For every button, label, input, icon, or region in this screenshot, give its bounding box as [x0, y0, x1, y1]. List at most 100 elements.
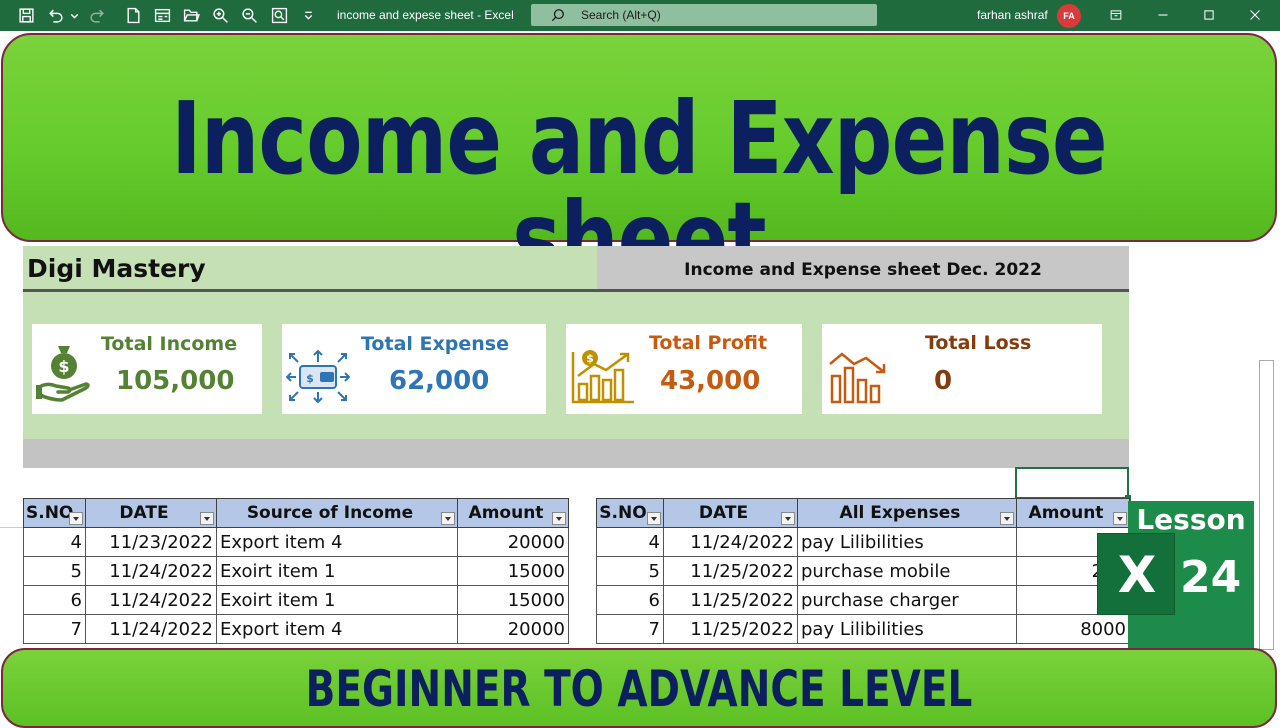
cell[interactable]: 20000: [457, 527, 569, 557]
cell[interactable]: 8000: [1016, 614, 1130, 644]
svg-text:$: $: [58, 357, 69, 376]
header-label: DATE: [698, 503, 749, 523]
table-row: 7 11/25/2022 pay Lilibilities 8000: [596, 614, 1130, 644]
sheet-title: Income and Expense sheet Dec. 2022: [684, 260, 1042, 280]
card-label: Total Loss: [925, 332, 1032, 354]
cell[interactable]: 4: [23, 527, 86, 557]
filter-dropdown-icon[interactable]: [69, 512, 83, 525]
dashboard-panel: Digi Mastery Income and Expense sheet De…: [23, 246, 1129, 468]
wallet-arrows-icon: $: [286, 349, 350, 404]
card-label: Total Income: [101, 333, 238, 355]
money-bag-hand-icon: $: [36, 346, 90, 402]
sheet-title-cell: Income and Expense sheet Dec. 2022: [597, 246, 1129, 289]
selected-cell[interactable]: [1015, 467, 1129, 499]
table-header-row: S.NO DATE Source of Income Amount: [23, 498, 569, 528]
table-row: 5 11/24/2022 Exoirt item 1 15000: [23, 556, 569, 586]
excel-logo-icon: X: [1097, 533, 1175, 615]
header-sno[interactable]: S.NO: [596, 498, 664, 528]
card-label: Total Profit: [649, 332, 768, 354]
cell[interactable]: purchase mobile: [797, 556, 1017, 586]
save-icon[interactable]: [15, 4, 37, 26]
cell[interactable]: pay Lilibilities: [797, 527, 1017, 557]
table-row: 6 11/24/2022 Exoirt item 1 15000: [23, 585, 569, 615]
header-source[interactable]: Source of Income: [216, 498, 458, 528]
cell[interactable]: pay Lilibilities: [797, 614, 1017, 644]
table-row: 5 11/25/2022 purchase mobile 250: [596, 556, 1130, 586]
table-row: 6 11/25/2022 purchase charger 20: [596, 585, 1130, 615]
document-title: income and expese sheet - Excel: [337, 8, 514, 22]
new-file-icon[interactable]: [122, 4, 144, 26]
filter-dropdown-icon[interactable]: [647, 512, 661, 525]
table-row: 4 11/24/2022 pay Lilibilities 50: [596, 527, 1130, 557]
header-amount[interactable]: Amount: [457, 498, 569, 528]
cell[interactable]: purchase charger: [797, 585, 1017, 615]
filter-dropdown-icon[interactable]: [1113, 512, 1127, 525]
lesson-label: Lesson: [1136, 503, 1246, 536]
header-date[interactable]: DATE: [663, 498, 798, 528]
undo-dropdown-icon[interactable]: [63, 4, 85, 26]
header-expenses[interactable]: All Expenses: [797, 498, 1017, 528]
zoom-selection-icon[interactable]: [268, 4, 290, 26]
vertical-scrollbar[interactable]: [1259, 360, 1274, 650]
bottom-banner: BEGINNER TO ADVANCE LEVEL: [1, 648, 1277, 728]
cell[interactable]: 7: [596, 614, 664, 644]
cell[interactable]: 11/24/2022: [85, 614, 217, 644]
cell[interactable]: Export item 4: [216, 614, 458, 644]
card-value: 62,000: [389, 366, 490, 396]
cell[interactable]: 15000: [457, 585, 569, 615]
cell[interactable]: 4: [596, 527, 664, 557]
ribbon-display-icon[interactable]: [1103, 4, 1129, 26]
table-header-row: S.NO DATE All Expenses Amount: [596, 498, 1130, 528]
close-icon[interactable]: [1242, 4, 1268, 26]
header-label: Amount: [468, 503, 544, 523]
redo-icon[interactable]: [86, 4, 108, 26]
cell[interactable]: Export item 4: [216, 527, 458, 557]
cell[interactable]: 11/25/2022: [663, 556, 798, 586]
cell[interactable]: 20000: [457, 614, 569, 644]
total-profit-card: $ Total Profit 43,000: [566, 324, 802, 414]
header-label: DATE: [119, 503, 169, 523]
cell[interactable]: 7: [23, 614, 86, 644]
header-date[interactable]: DATE: [85, 498, 217, 528]
filter-dropdown-icon[interactable]: [552, 512, 566, 525]
total-income-card: $ Total Income 105,000: [32, 324, 262, 414]
cell[interactable]: Exoirt item 1: [216, 585, 458, 615]
zoom-in-icon[interactable]: [209, 4, 231, 26]
cell[interactable]: Exoirt item 1: [216, 556, 458, 586]
search-placeholder: Search (Alt+Q): [581, 8, 661, 22]
user-name[interactable]: farhan ashraf: [977, 8, 1048, 22]
filter-dropdown-icon[interactable]: [441, 512, 455, 525]
header-amount[interactable]: Amount: [1016, 498, 1130, 528]
search-box[interactable]: Search (Alt+Q): [531, 4, 877, 26]
zoom-out-icon[interactable]: [238, 4, 260, 26]
card-label: Total Expense: [361, 333, 509, 355]
cell[interactable]: 5: [23, 556, 86, 586]
total-loss-card: Total Loss 0: [822, 324, 1102, 414]
cell[interactable]: 6: [596, 585, 664, 615]
total-expense-card: $ Total Expense 62,000: [282, 324, 546, 414]
income-table: S.NO DATE Source of Income Amount 4 11/2…: [23, 498, 569, 644]
form-icon[interactable]: [151, 4, 173, 26]
maximize-icon[interactable]: [1196, 4, 1222, 26]
loss-chart-icon: [829, 352, 886, 404]
cell[interactable]: 11/23/2022: [85, 527, 217, 557]
filter-dropdown-icon[interactable]: [781, 512, 795, 525]
customize-toolbar-icon[interactable]: [297, 4, 319, 26]
cell[interactable]: 15000: [457, 556, 569, 586]
cell[interactable]: 5: [596, 556, 664, 586]
table-row: 4 11/23/2022 Export item 4 20000: [23, 527, 569, 557]
avatar[interactable]: FA: [1057, 4, 1081, 28]
cell[interactable]: 11/24/2022: [85, 585, 217, 615]
cell[interactable]: 11/24/2022: [663, 527, 798, 557]
cell[interactable]: 6: [23, 585, 86, 615]
gray-band: [23, 439, 1129, 468]
header-sno[interactable]: S.NO: [23, 498, 86, 528]
cell[interactable]: 11/25/2022: [663, 585, 798, 615]
open-folder-icon[interactable]: [180, 4, 202, 26]
filter-dropdown-icon[interactable]: [200, 512, 214, 525]
cell[interactable]: 11/24/2022: [85, 556, 217, 586]
minimize-icon[interactable]: [1150, 4, 1176, 26]
divider: [23, 289, 1129, 292]
filter-dropdown-icon[interactable]: [1000, 512, 1014, 525]
cell[interactable]: 11/25/2022: [663, 614, 798, 644]
